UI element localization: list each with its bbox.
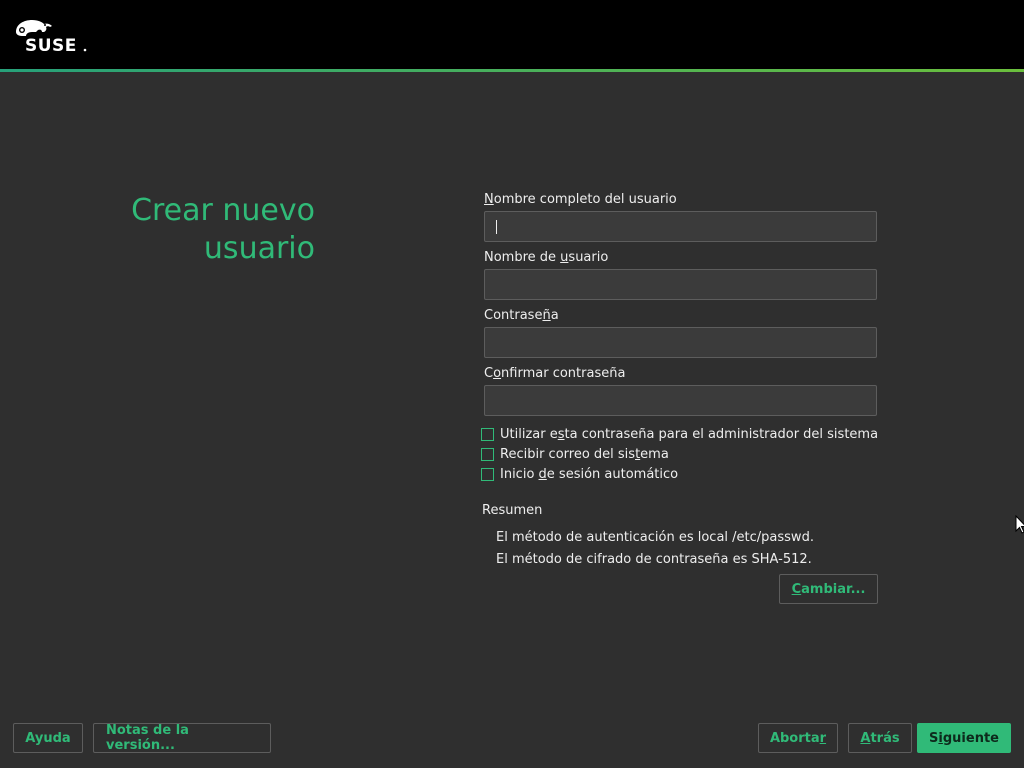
admin-password-checkbox[interactable]: Utilizar esta contraseña para el adminis…	[481, 426, 878, 442]
system-mail-label-pre: Recibir correo del sis	[500, 446, 636, 462]
page-title-line1: Crear nuevo	[131, 193, 315, 228]
password-label-key: ñ	[542, 308, 551, 323]
system-mail-label: Recibir correo del sistema	[500, 447, 669, 462]
admin-password-label-key: s	[557, 426, 565, 442]
back-button[interactable]: Atrás	[848, 723, 912, 753]
confirm-label-pre: C	[484, 366, 494, 381]
autologin-label-key: d	[538, 466, 547, 482]
logo-text: SUSE	[25, 36, 77, 54]
autologin-label-pre: Inicio	[500, 466, 539, 482]
page-title-line2: usuario	[203, 231, 315, 266]
admin-password-checkbox-box[interactable]	[481, 427, 494, 441]
abort-button-key: r	[819, 730, 827, 746]
page-title: Crear nuevo usuario	[131, 192, 315, 268]
autologin-checkbox-box[interactable]	[481, 467, 494, 481]
password-label: Contraseña	[484, 308, 559, 323]
confirm-password-label: Confirmar contraseña	[484, 366, 625, 381]
summary-auth-method: El método de autenticación es local /etc…	[496, 530, 814, 545]
password-label-pre: Contrase	[484, 308, 543, 323]
username-label-rest: suario	[568, 250, 609, 265]
system-mail-checkbox-box[interactable]	[481, 447, 494, 461]
admin-password-label: Utilizar esta contraseña para el adminis…	[500, 427, 878, 442]
fullname-label: Nombre completo del usuario	[484, 192, 677, 207]
change-button-key: C	[791, 581, 802, 597]
admin-password-label-pre: Utilizar e	[500, 426, 558, 442]
autologin-label-rest: e sesión automático	[546, 466, 679, 482]
header-bar: SUSE	[0, 0, 1024, 69]
mouse-pointer-icon	[1015, 515, 1024, 534]
release-notes-button[interactable]: Notas de la versión...	[93, 723, 271, 753]
header-accent-line	[0, 69, 1024, 72]
fullname-label-key: N	[484, 192, 494, 207]
confirm-label-key: o	[493, 366, 502, 381]
system-mail-checkbox[interactable]: Recibir correo del sistema	[481, 446, 669, 462]
abort-button[interactable]: Aborta r	[758, 723, 838, 753]
confirm-password-field[interactable]	[484, 385, 877, 416]
summary-title: Resumen	[482, 503, 543, 518]
username-label: Nombre de usuario	[484, 250, 608, 265]
next-button-rest: guiente	[942, 730, 999, 746]
back-button-key: A	[860, 730, 871, 746]
next-button[interactable]: Si guiente	[917, 723, 1011, 753]
text-caret	[496, 220, 497, 234]
autologin-checkbox[interactable]: Inicio de sesión automático	[481, 466, 678, 482]
suse-logo: SUSE	[16, 20, 87, 54]
confirm-label-rest: nfirmar contraseña	[501, 366, 626, 381]
password-label-rest: a	[550, 308, 559, 323]
autologin-label: Inicio de sesión automático	[500, 467, 678, 482]
fullname-field[interactable]	[484, 211, 877, 242]
change-button[interactable]: Cambiar...	[779, 574, 878, 604]
username-label-pre: Nombre de	[484, 250, 561, 265]
username-field[interactable]	[484, 269, 877, 300]
admin-password-label-rest: ta contraseña para el administrador del …	[564, 426, 879, 442]
change-button-rest: ambiar...	[801, 581, 866, 597]
help-button[interactable]: Ayuda	[13, 723, 83, 753]
summary-encryption-method: El método de cifrado de contraseña es SH…	[496, 552, 812, 567]
next-button-pre: S	[929, 730, 939, 746]
fullname-label-rest: ombre completo del usuario	[493, 192, 677, 207]
system-mail-label-rest: ema	[640, 446, 669, 462]
password-field[interactable]	[484, 327, 877, 358]
abort-button-pre: Aborta	[769, 730, 820, 746]
back-button-rest: trás	[870, 730, 900, 746]
